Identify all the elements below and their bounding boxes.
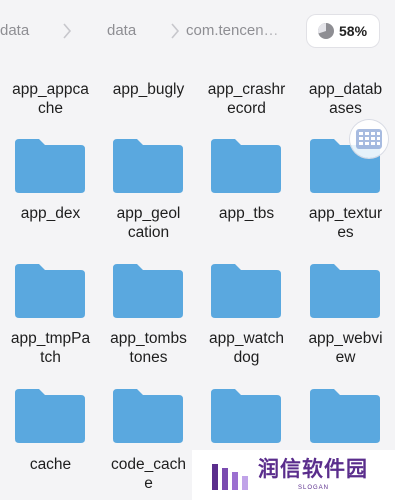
folder-icon <box>113 258 183 318</box>
folder-name: app_geol cation <box>116 205 181 241</box>
folder-grid: app_appca che app_bugly app_crashr ecord… <box>0 0 395 500</box>
folder-icon <box>310 258 380 318</box>
folder-icon <box>310 383 380 443</box>
storage-percent: 58% <box>339 23 368 39</box>
folder-icon <box>113 383 183 443</box>
folder-name: app_bugly <box>112 81 185 98</box>
folder-icon <box>211 258 281 318</box>
folder-name: app_crashr ecord <box>207 81 286 117</box>
folder-name: app_dex <box>20 205 81 222</box>
watermark: 润信软件园 SLOGAN <box>192 450 395 500</box>
pie-chart-icon <box>317 23 334 39</box>
chevron-right-icon <box>62 20 72 42</box>
folder-name: cache <box>29 456 72 473</box>
folder-name: app_datab ases <box>308 81 383 117</box>
breadcrumb: data data com.tencen… 58% <box>0 0 395 62</box>
folder-icon <box>113 133 183 193</box>
folder-name: app_tmpPa tch <box>10 330 91 366</box>
folder-name: app_watch dog <box>209 330 284 366</box>
folder-name: app_webvi ew <box>308 330 383 366</box>
storage-indicator[interactable]: 58% <box>307 15 379 47</box>
folder-name: app_tombs tones <box>110 330 187 366</box>
folder-icon <box>15 133 85 193</box>
chevron-right-icon <box>170 20 180 42</box>
folder-icon <box>15 258 85 318</box>
breadcrumb-item[interactable]: data <box>107 21 136 41</box>
grid-icon <box>356 129 382 149</box>
watermark-title: 润信软件园 <box>258 458 368 481</box>
folder-name: code_cach e <box>111 456 186 492</box>
folder-icon <box>15 383 85 443</box>
breadcrumb-item[interactable]: data <box>0 21 29 41</box>
logo-icon <box>212 464 248 490</box>
breadcrumb-fade <box>255 10 305 52</box>
folder-icon <box>211 133 281 193</box>
folder-name: app_tbs <box>218 205 275 222</box>
folder-icon <box>211 383 281 443</box>
watermark-subtitle: SLOGAN <box>298 485 330 491</box>
floating-assist-button[interactable] <box>350 120 388 158</box>
folder-name: app_textur es <box>308 205 383 241</box>
folder-name: app_appca che <box>12 81 89 117</box>
